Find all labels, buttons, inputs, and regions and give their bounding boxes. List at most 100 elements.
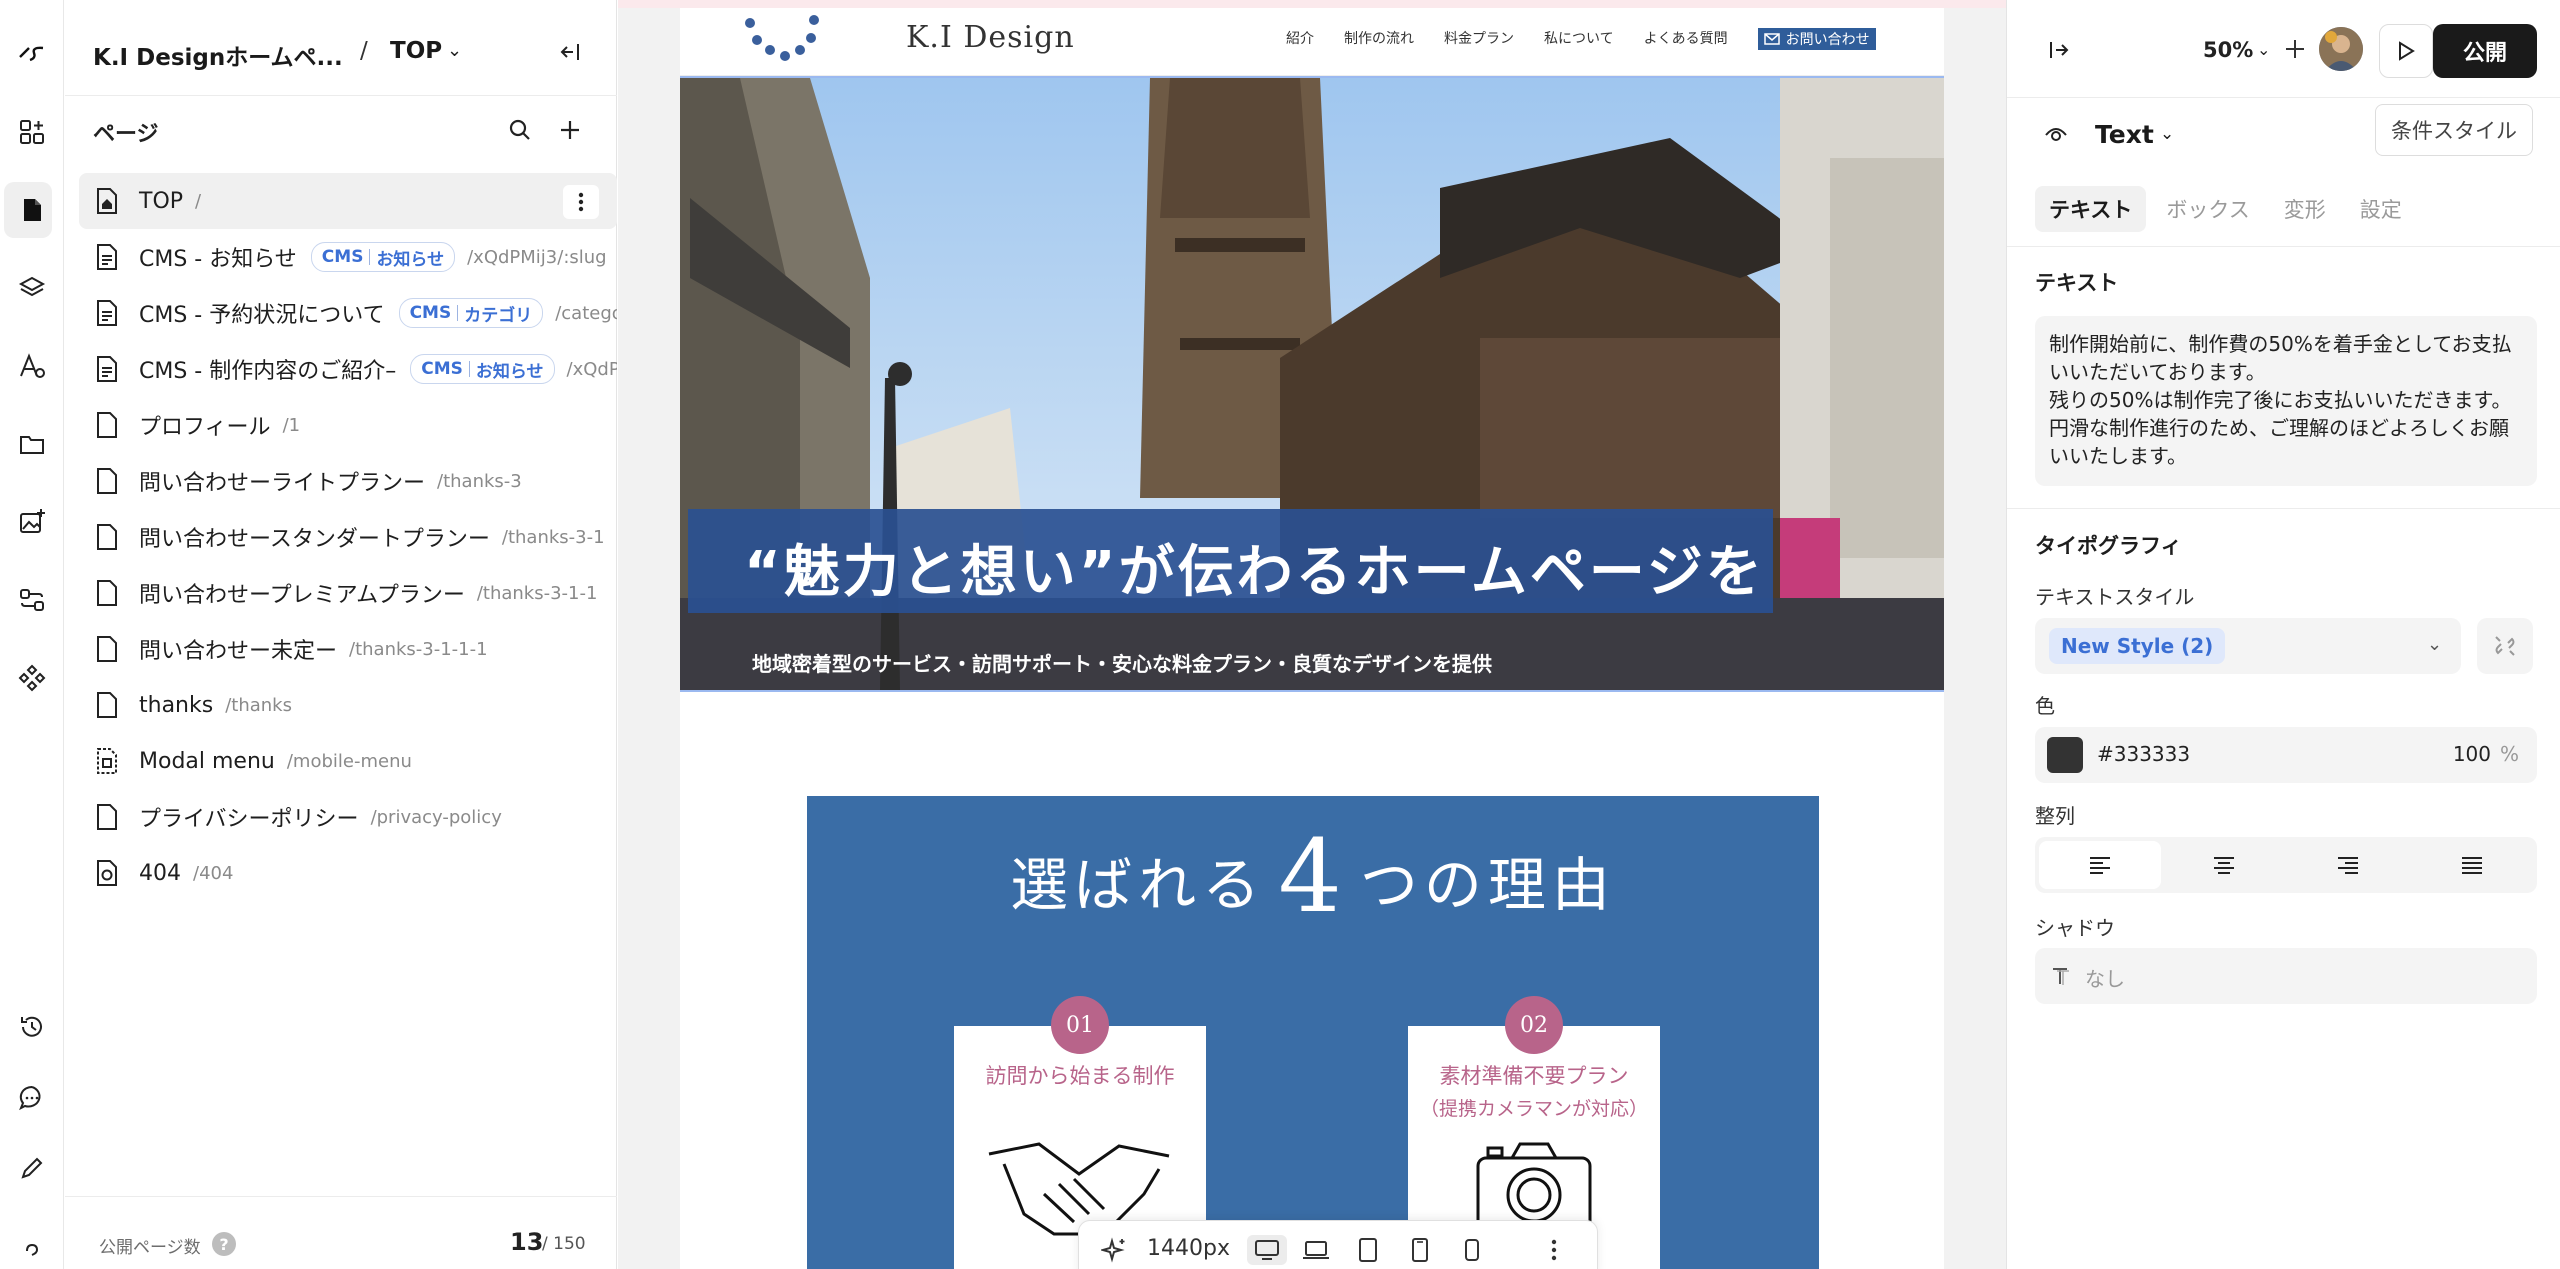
comments-icon[interactable] — [0, 1066, 64, 1130]
color-swatch[interactable] — [2047, 737, 2083, 773]
text-content-value: 制作開始前に、制作費の50%を着手金としてお支払いいただいております。 残りの5… — [2049, 332, 2512, 468]
page-list-item[interactable]: 404/404 — [79, 845, 617, 901]
current-page-selector[interactable]: TOP — [390, 38, 442, 64]
hero-subtitle[interactable]: 地域密着型のサービス・訪問サポート・安心な料金プラン・良質なデザインを提供 — [752, 648, 1492, 677]
add-elements-icon[interactable] — [0, 100, 64, 164]
help-icon[interactable] — [0, 1216, 64, 1269]
page-list-item[interactable]: CMS - お知らせ CMS お知らせ/xQdPMij3/:slug — [79, 229, 617, 285]
visibility-icon[interactable] — [2043, 122, 2069, 148]
search-icon[interactable] — [502, 112, 538, 148]
tab-settings[interactable]: 設定 — [2346, 186, 2416, 232]
canvas-width-value[interactable]: 1440px — [1147, 1236, 1230, 1261]
add-page-icon[interactable] — [552, 112, 588, 148]
tablet-device-icon[interactable] — [1353, 1235, 1383, 1265]
nav-contact-link[interactable]: お問い合わせ — [1757, 28, 1876, 50]
page-list-item[interactable]: thanks/thanks — [79, 677, 617, 733]
reason-number-badge: 02 — [1505, 996, 1563, 1054]
chevron-down-icon[interactable]: ⌄ — [2160, 124, 2174, 144]
image-add-icon[interactable] — [0, 490, 64, 554]
page-list-item[interactable]: TOP / — [79, 173, 617, 229]
nav-link[interactable]: 制作の流れ — [1344, 28, 1414, 50]
chevron-down-icon[interactable]: ⌄ — [2257, 40, 2270, 59]
nav-link[interactable]: 私について — [1544, 28, 1614, 50]
hero-section[interactable]: “魅力と想い”が伝わるホームページを 地域密着型のサービス・訪問サポート・安心な… — [680, 76, 1944, 692]
chevron-down-icon[interactable]: ⌄ — [447, 40, 462, 61]
hero-title[interactable]: “魅力と想い”が伝わるホームページを — [744, 527, 1765, 608]
site-header[interactable]: K.I Design 紹介 制作の流れ 料金プラン 私について よくある質問 お… — [680, 8, 1944, 76]
chevron-down-icon[interactable]: ⌄ — [2427, 634, 2442, 655]
nav-link[interactable]: よくある質問 — [1644, 28, 1728, 50]
add-collaborator-icon[interactable] — [2281, 35, 2309, 63]
page-list-item[interactable]: 問い合わせースタンダートプランー/thanks-3-1 — [79, 509, 617, 565]
expand-panel-icon[interactable] — [2043, 34, 2075, 66]
preview-button[interactable] — [2379, 24, 2433, 78]
reasons-heading-pre: 選ばれる — [1010, 851, 1267, 919]
page-list-item[interactable]: 問い合わせーライトプランー/thanks-3 — [79, 453, 617, 509]
color-field[interactable]: #333333 100 % — [2035, 727, 2537, 783]
help-badge[interactable]: ? — [212, 1232, 236, 1256]
page-frame[interactable]: K.I Design 紹介 制作の流れ 料金プラン 私について よくある質問 お… — [680, 8, 1944, 1269]
align-right-icon[interactable] — [2287, 841, 2409, 889]
reason-title-line: 訪問から始まる制作 — [985, 1064, 1175, 1088]
color-opacity-value[interactable]: 100 — [2453, 742, 2491, 766]
nav-link[interactable]: 紹介 — [1286, 28, 1314, 50]
page-name: TOP — [139, 188, 184, 214]
home-page-icon — [95, 187, 119, 215]
pencil-icon[interactable] — [0, 1136, 64, 1200]
page-icon — [95, 467, 119, 495]
text-style-select[interactable]: New Style (2) ⌄ — [2035, 618, 2461, 674]
align-label: 整列 — [2035, 804, 2075, 828]
element-type-selector[interactable]: Text — [2095, 120, 2154, 149]
shadow-field[interactable]: なし — [2035, 948, 2537, 1004]
condition-style-button[interactable]: 条件スタイル — [2375, 104, 2533, 156]
align-center-icon[interactable] — [2163, 841, 2285, 889]
collapse-panel-icon[interactable] — [552, 34, 588, 70]
more-vertical-icon[interactable] — [1539, 1235, 1569, 1265]
studio-logo-icon[interactable] — [0, 22, 64, 86]
sparkle-icon[interactable] — [1099, 1235, 1129, 1265]
page-icon — [95, 579, 119, 607]
align-justify-icon[interactable] — [2411, 841, 2533, 889]
cms-collection-name: カテゴリ — [464, 305, 533, 326]
history-icon[interactable] — [0, 995, 64, 1059]
components-icon[interactable] — [0, 646, 64, 710]
laptop-device-icon[interactable] — [1301, 1235, 1331, 1265]
folder-icon[interactable] — [0, 412, 64, 476]
page-list-item[interactable]: Modal menu/mobile-menu — [79, 733, 617, 789]
reasons-heading[interactable]: 選ばれる 4 つの理由 — [807, 818, 1819, 935]
site-logo-icon[interactable] — [740, 8, 830, 78]
mobile-device-icon[interactable] — [1457, 1235, 1487, 1265]
desktop-device-icon[interactable] — [1247, 1235, 1287, 1265]
page-list-item[interactable]: プライバシーポリシー/privacy-policy — [79, 789, 617, 845]
tab-text[interactable]: テキスト — [2035, 186, 2147, 232]
text-content-field[interactable]: 制作開始前に、制作費の50%を着手金としてお支払いいただいております。 残りの5… — [2035, 316, 2537, 486]
pages-icon[interactable] — [0, 178, 64, 242]
publish-button[interactable]: 公開 — [2433, 24, 2537, 78]
page-list-item[interactable]: プロフィール/1 — [79, 397, 617, 453]
zoom-level[interactable]: 50% — [2203, 38, 2253, 62]
page-list-item[interactable]: 問い合わせープレミアムプランー/thanks-3-1-1 — [79, 565, 617, 621]
page-list-item[interactable]: 問い合わせー未定ー/thanks-3-1-1-1 — [79, 621, 617, 677]
typography-icon[interactable] — [0, 334, 64, 398]
layers-icon[interactable] — [0, 256, 64, 320]
align-left-icon[interactable] — [2039, 841, 2161, 889]
error-page-icon — [95, 859, 119, 887]
mobile-landscape-icon[interactable] — [1405, 1235, 1435, 1265]
site-name[interactable]: K.I Designホームペ... — [93, 38, 343, 72]
design-canvas[interactable]: K.I Design 紹介 制作の流れ 料金プラン 私について よくある質問 お… — [618, 0, 2006, 1269]
cms-page-icon — [95, 243, 119, 271]
cms-icon[interactable] — [0, 568, 64, 632]
page-list-item[interactable]: CMS - 予約状況について CMS カテゴリ/categor — [79, 285, 617, 341]
unlink-style-icon[interactable] — [2477, 618, 2533, 674]
site-brand[interactable]: K.I Design — [906, 20, 1075, 55]
more-vertical-icon[interactable] — [563, 185, 599, 219]
nav-link[interactable]: 料金プラン — [1444, 28, 1514, 50]
badge-divider — [369, 249, 371, 265]
avatar[interactable] — [2319, 27, 2363, 71]
shadow-value: なし — [2085, 967, 2125, 991]
color-hex-value[interactable]: #333333 — [2097, 742, 2190, 766]
tab-box[interactable]: ボックス — [2152, 186, 2263, 232]
reasons-section[interactable]: 選ばれる 4 つの理由 01 訪問から始まる制作 02 素材準備不要プラン （提携カ… — [807, 796, 1819, 1269]
page-list-item[interactable]: CMS - 制作内容のご紹介– CMS お知らせ/xQdPl — [79, 341, 617, 397]
tab-transform[interactable]: 変形 — [2270, 186, 2340, 232]
